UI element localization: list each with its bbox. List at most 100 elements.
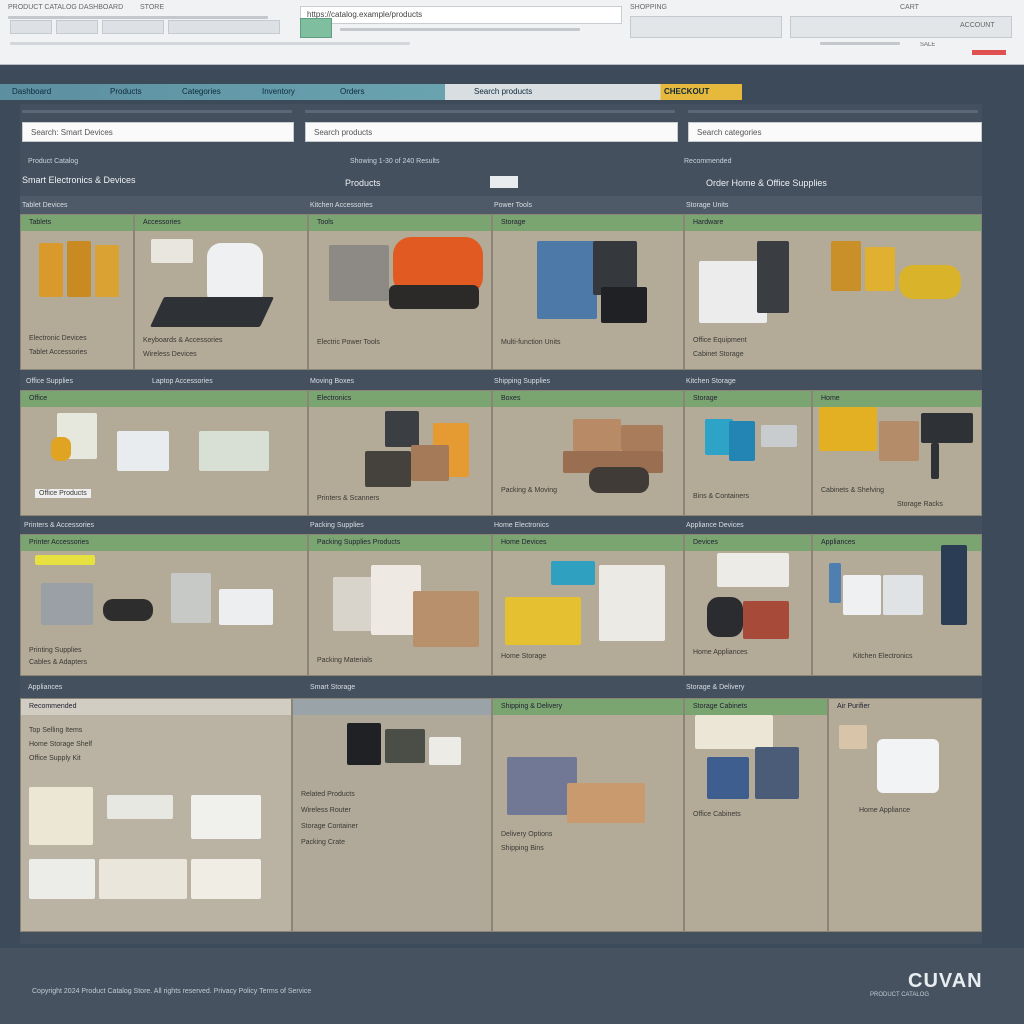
view-toggle-icon[interactable] bbox=[490, 176, 518, 188]
account-link[interactable]: ACCOUNT bbox=[960, 22, 1010, 29]
browser-panel bbox=[630, 16, 782, 38]
card-header: Printer Accessories bbox=[21, 535, 307, 551]
row-label: Shipping Supplies bbox=[494, 378, 551, 385]
card-header: Hardware bbox=[685, 215, 981, 231]
brand-subtitle: PRODUCT CATALOG bbox=[870, 992, 930, 998]
card-text: Office Supply Kit bbox=[29, 755, 81, 762]
card-text: Top Selling Items bbox=[29, 727, 83, 734]
card-text: Wireless Devices bbox=[143, 351, 197, 358]
product-card[interactable]: Printer Accessories Printing Supplies Ca… bbox=[20, 534, 308, 676]
card-text: Cabinets & Shelving bbox=[821, 487, 885, 494]
card-header: Home bbox=[813, 391, 981, 407]
row-label: Laptop Accessories bbox=[152, 378, 213, 385]
nav-tab-products[interactable]: Products bbox=[110, 84, 142, 100]
section-header-mid: Showing 1-30 of 240 Results bbox=[350, 158, 440, 165]
card-text: Kitchen Electronics bbox=[853, 653, 913, 660]
card-header: Storage Cabinets bbox=[685, 699, 827, 715]
recommended-panel: Recommended Top Selling Items Home Stora… bbox=[20, 698, 292, 932]
section-title-right: Order Home & Office Supplies bbox=[706, 178, 827, 188]
product-card[interactable]: Devices Home Appliances bbox=[684, 534, 812, 676]
card-text: Office Products bbox=[35, 489, 91, 498]
card-text: Packing Materials bbox=[317, 657, 373, 664]
product-card[interactable]: Office Office Products bbox=[20, 390, 308, 516]
address-bar[interactable]: https://catalog.example/products bbox=[300, 6, 622, 24]
browser-tab-cart[interactable]: CART bbox=[900, 4, 1010, 11]
product-card[interactable]: Tablets Electronic Devices Tablet Access… bbox=[20, 214, 134, 370]
card-text: Home Storage bbox=[501, 653, 547, 660]
row-label: Smart Storage bbox=[310, 684, 356, 691]
card-text: Office Cabinets bbox=[693, 811, 741, 818]
card-text: Bins & Containers bbox=[693, 493, 750, 500]
card-text: Cabinet Storage bbox=[693, 351, 744, 358]
card-header: Tools bbox=[309, 215, 491, 231]
row-label: Power Tools bbox=[494, 202, 533, 209]
row-label: Tablet Devices bbox=[22, 202, 68, 209]
back-button[interactable] bbox=[10, 20, 52, 34]
green-shortcut-button[interactable] bbox=[300, 18, 332, 38]
card-header: Storage bbox=[493, 215, 683, 231]
row-label: Kitchen Storage bbox=[686, 378, 736, 385]
nav-tab-categories[interactable]: Categories bbox=[182, 84, 221, 100]
product-card[interactable]: Home Devices Home Storage bbox=[492, 534, 684, 676]
card-text: Electronic Devices bbox=[29, 335, 87, 342]
product-card[interactable]: Packing Supplies Products Packing Materi… bbox=[308, 534, 492, 676]
row-label: Printers & Accessories bbox=[24, 522, 95, 529]
card-text: Cables & Adapters bbox=[29, 659, 87, 666]
card-text: Packing & Moving bbox=[501, 487, 558, 494]
sale-badge bbox=[972, 50, 1006, 55]
card-header: Shipping & Delivery bbox=[493, 699, 683, 715]
card-text: Home Storage Shelf bbox=[29, 741, 93, 748]
card-header: Accessories bbox=[135, 215, 307, 231]
nav-tab-orders[interactable]: Orders bbox=[340, 84, 364, 100]
card-text: Home Appliance bbox=[859, 807, 910, 814]
product-card[interactable]: Appliances Kitchen Electronics bbox=[812, 534, 982, 676]
card-header: Storage bbox=[685, 391, 811, 407]
product-card[interactable]: Shipping & Delivery Delivery Options Shi… bbox=[492, 698, 684, 932]
product-card[interactable]: Tools Electric Power Tools bbox=[308, 214, 492, 370]
product-card[interactable]: Storage Bins & Containers bbox=[684, 390, 812, 516]
product-card[interactable]: Air Purifier Home Appliance bbox=[828, 698, 982, 932]
search-input-left[interactable]: Search: Smart Devices bbox=[22, 122, 294, 142]
section-header-left: Product Catalog bbox=[28, 158, 79, 165]
reload-button[interactable] bbox=[102, 20, 164, 34]
card-text: Printers & Scanners bbox=[317, 495, 380, 502]
section-header-right: Recommended bbox=[684, 158, 732, 165]
card-header: Devices bbox=[685, 535, 811, 551]
product-card[interactable]: Home Cabinets & Shelving Storage Racks bbox=[812, 390, 982, 516]
card-text: Office Equipment bbox=[693, 337, 747, 344]
card-text: Electric Power Tools bbox=[317, 339, 380, 346]
product-card[interactable]: Accessories Keyboards & Accessories Wire… bbox=[134, 214, 308, 370]
product-card[interactable]: Boxes Packing & Moving bbox=[492, 390, 684, 516]
browser-tab-store[interactable]: STORE bbox=[140, 4, 260, 11]
section-title-left: Smart Electronics & Devices bbox=[22, 175, 136, 185]
search-input-right[interactable]: Search categories bbox=[688, 122, 982, 142]
footer-copyright: Copyright 2024 Product Catalog Store. Al… bbox=[32, 988, 312, 995]
checkout-button[interactable]: CHECKOUT bbox=[664, 84, 709, 100]
main-nav: Dashboard Products Categories Inventory … bbox=[0, 84, 742, 100]
card-text: Shipping Bins bbox=[501, 845, 544, 852]
forward-button[interactable] bbox=[56, 20, 98, 34]
nav-tab-inventory[interactable]: Inventory bbox=[262, 84, 295, 100]
card-text: Storage Racks bbox=[897, 501, 943, 508]
card-header: Tablets bbox=[21, 215, 133, 231]
row-label: Appliances bbox=[28, 684, 63, 691]
row-label: Packing Supplies bbox=[310, 522, 364, 529]
card-text: Keyboards & Accessories bbox=[143, 337, 223, 344]
card-text: Packing Crate bbox=[301, 839, 345, 846]
product-card[interactable]: Storage Multi-function Units bbox=[492, 214, 684, 370]
product-card[interactable]: Electronics Printers & Scanners bbox=[308, 390, 492, 516]
row-label: Kitchen Accessories bbox=[310, 202, 373, 209]
product-card[interactable]: Storage Cabinets Office Cabinets bbox=[684, 698, 828, 932]
brand-logo: CUVAN bbox=[908, 970, 983, 992]
product-card[interactable]: Hardware Office Equipment Cabinet Storag… bbox=[684, 214, 982, 370]
card-header: Boxes bbox=[493, 391, 683, 407]
card-text: Wireless Router bbox=[301, 807, 351, 814]
card-text: Tablet Accessories bbox=[29, 349, 87, 356]
row-label: Office Supplies bbox=[26, 378, 73, 385]
nav-search-products[interactable]: Search products bbox=[474, 84, 532, 100]
row-label: Storage & Delivery bbox=[686, 684, 745, 691]
search-input-center[interactable]: Search products bbox=[305, 122, 678, 142]
nav-tab-dashboard[interactable]: Dashboard bbox=[12, 84, 51, 100]
browser-tab-shopping[interactable]: SHOPPING bbox=[630, 4, 760, 11]
browser-chrome: PRODUCT CATALOG DASHBOARD STORE https://… bbox=[0, 0, 1024, 65]
